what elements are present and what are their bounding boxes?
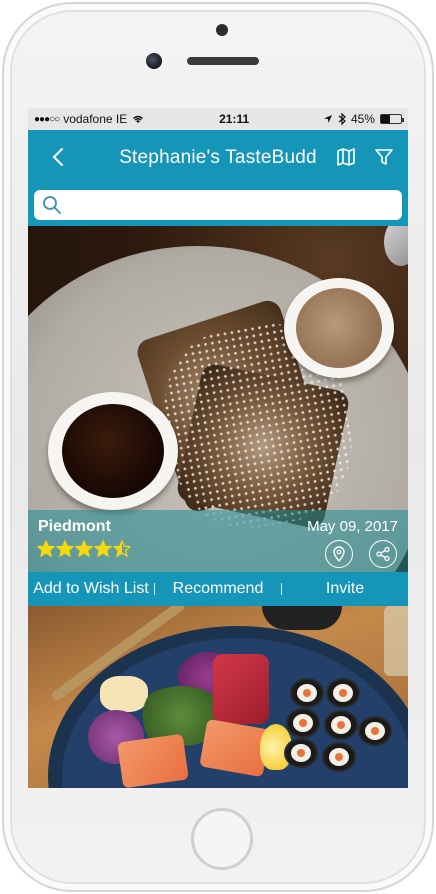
- search-input[interactable]: [68, 194, 396, 216]
- filter-icon[interactable]: [374, 147, 394, 167]
- wifi-icon: [133, 115, 144, 123]
- search-bar: [28, 186, 408, 226]
- search-icon: [43, 196, 61, 214]
- post-card[interactable]: [28, 606, 408, 788]
- front-camera: [146, 53, 162, 69]
- battery-percent: 45%: [350, 112, 375, 126]
- star-icon: [75, 540, 93, 558]
- battery-icon: [379, 114, 404, 124]
- food-photo-detail: [290, 678, 324, 708]
- location-arrow-icon: [323, 115, 332, 123]
- location-pin-icon[interactable]: [325, 540, 353, 568]
- place-name[interactable]: Piedmont: [38, 518, 111, 536]
- food-photo-detail: [284, 738, 318, 768]
- post-card[interactable]: Piedmont May 09, 2017: [28, 226, 408, 572]
- star-icon: [94, 540, 112, 558]
- app-screen: ●●●○○ vodafone IE 21:11 45% Stephanie's …: [28, 108, 408, 788]
- post-action-bar: Add to Wish List Recommend Invite: [28, 572, 408, 606]
- chevron-left-icon[interactable]: [46, 142, 70, 172]
- food-photo-detail: [284, 278, 394, 378]
- map-icon[interactable]: [336, 147, 356, 167]
- food-photo-detail: [322, 742, 356, 772]
- sensor-dot: [216, 24, 228, 36]
- food-photo-detail: [117, 733, 189, 788]
- recommend-button[interactable]: Recommend: [155, 580, 281, 598]
- food-photo-detail: [358, 716, 392, 746]
- food-photo-detail: [384, 226, 408, 266]
- signal-strength: ●●●○○: [34, 113, 60, 125]
- visit-date: May 09, 2017: [307, 518, 398, 535]
- earpiece-speaker: [187, 57, 259, 65]
- bluetooth-icon: [338, 113, 346, 125]
- invite-button[interactable]: Invite: [282, 580, 408, 598]
- food-photo-detail: [213, 654, 269, 724]
- food-photo-detail: [48, 392, 178, 510]
- food-photo-detail: [324, 710, 358, 740]
- post-info-overlay: Piedmont May 09, 2017: [28, 510, 408, 572]
- food-photo-detail: [286, 708, 320, 738]
- star-icon: [113, 540, 131, 558]
- star-icon: [37, 540, 55, 558]
- carrier-name: vodafone IE: [63, 112, 128, 126]
- star-rating: [37, 540, 131, 558]
- home-button[interactable]: [191, 808, 253, 870]
- food-photo-detail: [262, 606, 342, 630]
- status-time: 21:11: [219, 112, 250, 126]
- add-to-wish-list-button[interactable]: Add to Wish List: [28, 580, 154, 598]
- share-icon[interactable]: [369, 540, 397, 568]
- food-photo-detail: [326, 678, 360, 708]
- nav-bar: Stephanie's TasteBudd: [28, 130, 408, 186]
- star-icon: [56, 540, 74, 558]
- food-photo-detail: [384, 606, 408, 676]
- status-bar: ●●●○○ vodafone IE 21:11 45%: [28, 108, 408, 130]
- search-box[interactable]: [34, 190, 402, 220]
